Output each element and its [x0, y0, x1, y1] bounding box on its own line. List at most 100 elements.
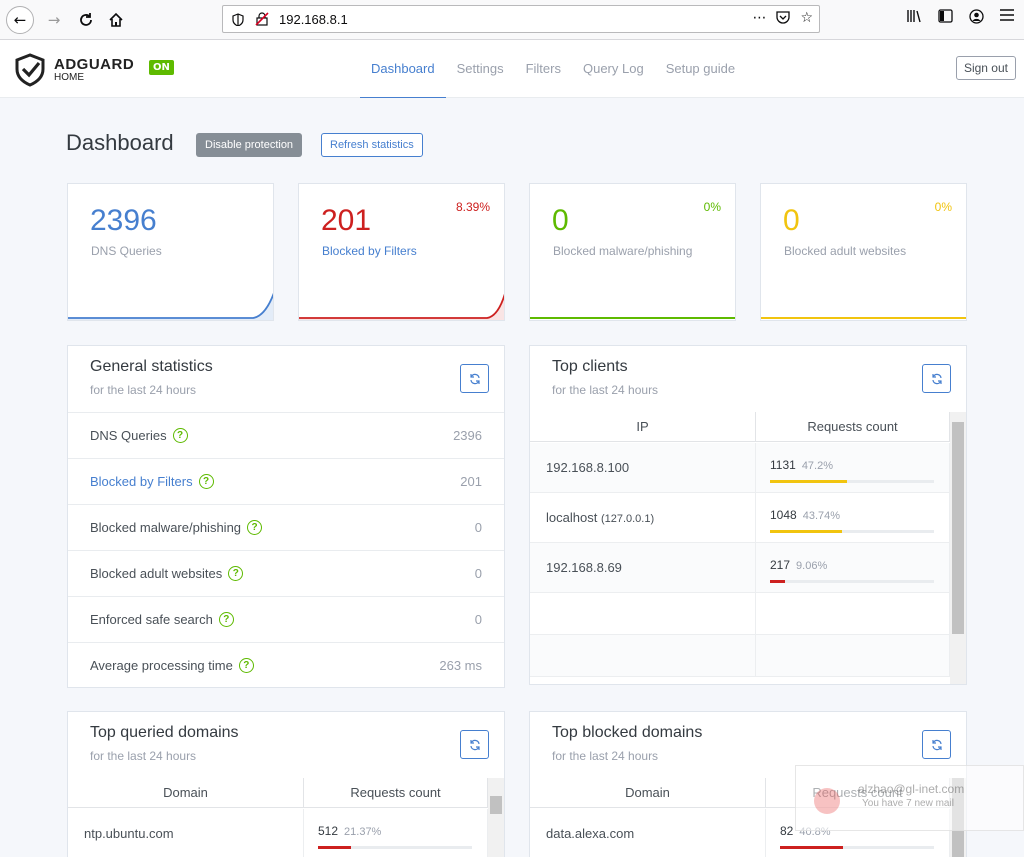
page-title: Dashboard [66, 130, 174, 155]
scrollbar-thumb[interactable] [952, 422, 964, 634]
domain-cell: ntp.ubuntu.com [68, 809, 304, 857]
progress-fill [780, 846, 843, 849]
panel-subtitle: for the last 24 hours [90, 383, 197, 397]
general-statistics-panel: General statistics for the last 24 hours… [67, 345, 505, 688]
browser-toolbar: ← → 192.168.8.1 ⋯ ☆ [0, 0, 1024, 40]
menu-icon[interactable] [1000, 9, 1014, 28]
notification-email: alzhao@gl-inet.com [858, 782, 965, 796]
refresh-icon[interactable] [460, 730, 489, 759]
help-icon[interactable]: ? [172, 428, 188, 443]
stat-card-dns-queries: 2396 DNS Queries [67, 183, 274, 321]
progress-fill [318, 846, 351, 849]
column-header-ip[interactable]: IP [530, 412, 756, 441]
sign-out-button[interactable]: Sign out [955, 56, 1016, 80]
top-queried-domains-panel: Top queried domains for the last 24 hour… [67, 711, 505, 857]
insecure-lock-icon[interactable] [253, 10, 271, 28]
panel-title: General statistics [90, 358, 213, 375]
logo[interactable]: ADGUARD HOME [14, 53, 134, 87]
help-icon[interactable]: ? [198, 474, 214, 489]
sparkline [530, 317, 735, 319]
stat-row-safe-search: Enforced safe search? 0 [68, 597, 504, 643]
sidebar-icon[interactable] [938, 9, 953, 28]
notification-text: You have 7 new mail [862, 798, 954, 809]
bookmark-star-icon[interactable]: ☆ [800, 10, 813, 28]
stat-row-label[interactable]: Blocked by Filters? [90, 474, 214, 489]
scrollbar[interactable] [488, 778, 504, 857]
app-header: ADGUARD HOME ON Dashboard Settings Filte… [0, 40, 1024, 98]
help-icon[interactable]: ? [218, 612, 234, 627]
column-header-requests[interactable]: Requests count [304, 778, 488, 807]
refresh-icon[interactable] [922, 364, 951, 393]
table-row: ntp.ubuntu.com 512 21.37% [68, 809, 488, 857]
adguard-shield-icon [15, 53, 45, 87]
request-count: 512 [318, 824, 339, 838]
stat-row-blocked-malware: Blocked malware/phishing? 0 [68, 505, 504, 551]
panel-title: Top blocked domains [552, 724, 703, 741]
forward-icon[interactable]: → [40, 6, 68, 34]
empty-cell [756, 635, 950, 676]
empty-cell [530, 593, 756, 634]
tab-dashboard[interactable]: Dashboard [360, 40, 446, 98]
progress-bar [770, 530, 934, 533]
reload-icon[interactable] [72, 6, 100, 34]
stat-row-value: 201 [460, 474, 482, 489]
mail-notification[interactable]: alzhao@gl-inet.com You have 7 new mail [795, 765, 1024, 831]
help-icon[interactable]: ? [238, 658, 254, 673]
scrollbar[interactable] [950, 412, 966, 684]
table-row: 192.168.8.100 1131 47.2% [530, 443, 950, 493]
stat-row-label: Average processing time? [90, 658, 254, 673]
column-header-domain[interactable]: Domain [68, 778, 304, 807]
stat-card-blocked-malware: 0 Blocked malware/phishing 0% [529, 183, 736, 321]
table-row: localhost (127.0.0.1) 1048 43.74% [530, 493, 950, 543]
table-row-empty [530, 593, 950, 635]
stat-label: DNS Queries [91, 244, 162, 258]
table-row: 192.168.8.69 217 9.06% [530, 543, 950, 593]
request-percent: 9.06% [796, 560, 828, 572]
request-count: 1048 [770, 508, 797, 522]
page-actions-icon[interactable]: ⋯ [752, 10, 766, 28]
panel-title: Top clients [552, 358, 628, 375]
progress-bar [770, 580, 934, 583]
client-ip-cell: 192.168.8.100 [530, 443, 756, 492]
empty-cell [756, 593, 950, 634]
stat-row-value: 0 [474, 612, 482, 627]
help-icon[interactable]: ? [247, 520, 263, 535]
tab-setup-guide[interactable]: Setup guide [655, 40, 746, 98]
sparkline [761, 317, 966, 319]
requests-cell: 1131 47.2% [756, 443, 950, 492]
disable-protection-button[interactable]: Disable protection [196, 133, 303, 157]
scrollbar-thumb[interactable] [490, 796, 502, 814]
pocket-icon[interactable] [776, 10, 791, 28]
column-header-domain[interactable]: Domain [530, 778, 766, 807]
stat-value: 201 [321, 204, 372, 237]
request-count: 82 [780, 824, 794, 838]
refresh-icon[interactable] [460, 364, 489, 393]
tab-query-log[interactable]: Query Log [572, 40, 655, 98]
logo-name: ADGUARD [54, 56, 135, 73]
table-header: Domain Requests count [68, 778, 488, 808]
column-header-requests[interactable]: Requests count [756, 412, 950, 441]
refresh-icon[interactable] [922, 730, 951, 759]
mail-app-icon [814, 788, 840, 814]
refresh-statistics-button[interactable]: Refresh statistics [321, 133, 423, 157]
stat-card-blocked-adult: 0 Blocked adult websites 0% [760, 183, 967, 321]
back-icon[interactable]: ← [6, 6, 34, 34]
help-icon[interactable]: ? [228, 566, 244, 581]
home-icon[interactable] [102, 6, 130, 34]
address-bar[interactable]: 192.168.8.1 ⋯ ☆ [222, 5, 820, 33]
request-percent: 21.37% [344, 826, 382, 838]
main-nav: Dashboard Settings Filters Query Log Set… [360, 40, 746, 98]
stat-percent: 8.39% [455, 200, 490, 214]
tab-filters[interactable]: Filters [515, 40, 572, 98]
stat-percent: 0% [703, 200, 721, 214]
account-icon[interactable] [969, 9, 984, 28]
shield-icon[interactable] [229, 10, 247, 28]
progress-fill [770, 480, 848, 483]
stat-row-processing-time: Average processing time? 263 ms [68, 643, 504, 689]
tab-settings[interactable]: Settings [446, 40, 515, 98]
library-icon[interactable] [906, 9, 922, 28]
requests-cell: 1048 43.74% [756, 493, 950, 542]
stat-row-value: 263 ms [439, 658, 482, 673]
panel-subtitle: for the last 24 hours [552, 749, 659, 763]
panel-title: Top queried domains [90, 724, 239, 741]
